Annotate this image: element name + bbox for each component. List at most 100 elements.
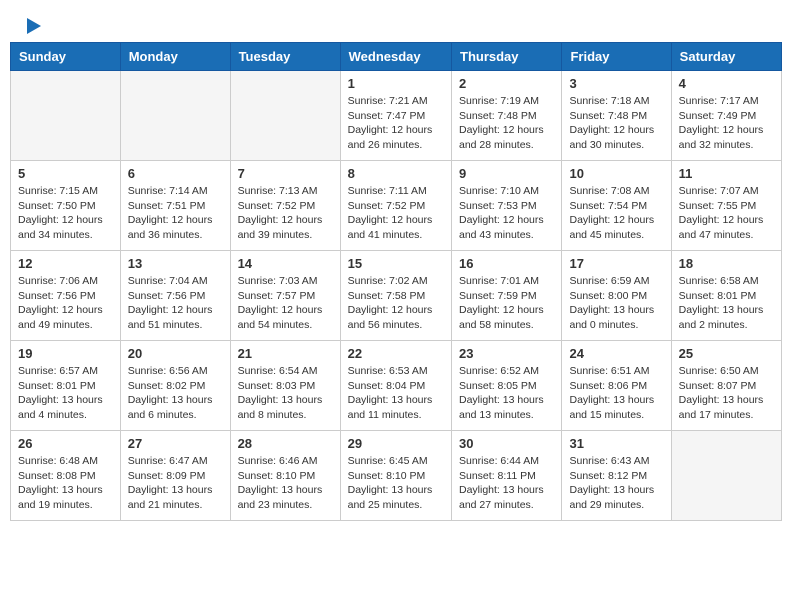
day-number: 31 [569,436,663,451]
cell-content: Sunrise: 6:45 AMSunset: 8:10 PMDaylight:… [348,454,444,513]
day-header-wednesday: Wednesday [340,43,451,71]
calendar-cell [11,71,121,161]
cell-content: Sunrise: 7:01 AMSunset: 7:59 PMDaylight:… [459,274,554,333]
calendar-cell: 15 Sunrise: 7:02 AMSunset: 7:58 PMDayligh… [340,251,451,341]
day-header-monday: Monday [120,43,230,71]
week-row-5: 26 Sunrise: 6:48 AMSunset: 8:08 PMDayligh… [11,431,782,521]
day-number: 5 [18,166,113,181]
cell-content: Sunrise: 6:58 AMSunset: 8:01 PMDaylight:… [679,274,774,333]
calendar-cell: 5 Sunrise: 7:15 AMSunset: 7:50 PMDaylight… [11,161,121,251]
cell-content: Sunrise: 6:47 AMSunset: 8:09 PMDaylight:… [128,454,223,513]
cell-content: Sunrise: 6:50 AMSunset: 8:07 PMDaylight:… [679,364,774,423]
calendar-cell: 18 Sunrise: 6:58 AMSunset: 8:01 PMDayligh… [671,251,781,341]
day-number: 27 [128,436,223,451]
calendar-cell: 20 Sunrise: 6:56 AMSunset: 8:02 PMDayligh… [120,341,230,431]
day-header-sunday: Sunday [11,43,121,71]
logo [25,20,41,34]
day-number: 15 [348,256,444,271]
calendar-cell: 26 Sunrise: 6:48 AMSunset: 8:08 PMDayligh… [11,431,121,521]
cell-content: Sunrise: 6:59 AMSunset: 8:00 PMDaylight:… [569,274,663,333]
week-row-3: 12 Sunrise: 7:06 AMSunset: 7:56 PMDayligh… [11,251,782,341]
cell-content: Sunrise: 7:14 AMSunset: 7:51 PMDaylight:… [128,184,223,243]
calendar-cell: 1 Sunrise: 7:21 AMSunset: 7:47 PMDaylight… [340,71,451,161]
cell-content: Sunrise: 7:18 AMSunset: 7:48 PMDaylight:… [569,94,663,153]
calendar-cell: 19Sunrise: 6:57 AMSunset: 8:01 PMDayligh… [11,341,121,431]
calendar-cell: 13 Sunrise: 7:04 AMSunset: 7:56 PMDayligh… [120,251,230,341]
cell-content: Sunrise: 7:03 AMSunset: 7:57 PMDaylight:… [238,274,333,333]
cell-content: Sunrise: 6:56 AMSunset: 8:02 PMDaylight:… [128,364,223,423]
calendar-cell: 17 Sunrise: 6:59 AMSunset: 8:00 PMDayligh… [562,251,671,341]
calendar-cell: 30 Sunrise: 6:44 AMSunset: 8:11 PMDayligh… [452,431,562,521]
cell-content: Sunrise: 7:17 AMSunset: 7:49 PMDaylight:… [679,94,774,153]
cell-content: Sunrise: 7:21 AMSunset: 7:47 PMDaylight:… [348,94,444,153]
day-header-friday: Friday [562,43,671,71]
day-number: 23 [459,346,554,361]
calendar-header-row: SundayMondayTuesdayWednesdayThursdayFrid… [11,43,782,71]
calendar-cell: 3Sunrise: 7:18 AMSunset: 7:48 PMDaylight… [562,71,671,161]
day-header-thursday: Thursday [452,43,562,71]
cell-content: Sunrise: 7:07 AMSunset: 7:55 PMDaylight:… [679,184,774,243]
day-number: 20 [128,346,223,361]
cell-content: Sunrise: 7:13 AMSunset: 7:52 PMDaylight:… [238,184,333,243]
cell-content: Sunrise: 6:57 AMSunset: 8:01 PMDaylight:… [18,364,113,423]
calendar-cell: 8 Sunrise: 7:11 AMSunset: 7:52 PMDaylight… [340,161,451,251]
day-number: 21 [238,346,333,361]
day-number: 13 [128,256,223,271]
calendar-cell: 12 Sunrise: 7:06 AMSunset: 7:56 PMDayligh… [11,251,121,341]
cell-content: Sunrise: 7:19 AMSunset: 7:48 PMDaylight:… [459,94,554,153]
day-header-tuesday: Tuesday [230,43,340,71]
calendar-cell: 4 Sunrise: 7:17 AMSunset: 7:49 PMDaylight… [671,71,781,161]
day-number: 9 [459,166,554,181]
day-number: 18 [679,256,774,271]
calendar-cell: 6 Sunrise: 7:14 AMSunset: 7:51 PMDaylight… [120,161,230,251]
day-header-saturday: Saturday [671,43,781,71]
cell-content: Sunrise: 6:43 AMSunset: 8:12 PMDaylight:… [569,454,663,513]
calendar-cell: 23 Sunrise: 6:52 AMSunset: 8:05 PMDayligh… [452,341,562,431]
day-number: 28 [238,436,333,451]
cell-content: Sunrise: 7:06 AMSunset: 7:56 PMDaylight:… [18,274,113,333]
day-number: 6 [128,166,223,181]
calendar-table: SundayMondayTuesdayWednesdayThursdayFrid… [10,42,782,521]
logo-arrow-icon [27,18,41,34]
calendar-cell [671,431,781,521]
day-number: 10 [569,166,663,181]
cell-content: Sunrise: 7:10 AMSunset: 7:53 PMDaylight:… [459,184,554,243]
day-number: 14 [238,256,333,271]
day-number: 2 [459,76,554,91]
cell-content: Sunrise: 6:51 AMSunset: 8:06 PMDaylight:… [569,364,663,423]
calendar-cell: 11 Sunrise: 7:07 AMSunset: 7:55 PMDayligh… [671,161,781,251]
day-number: 29 [348,436,444,451]
week-row-1: 1 Sunrise: 7:21 AMSunset: 7:47 PMDaylight… [11,71,782,161]
day-number: 26 [18,436,113,451]
day-number: 1 [348,76,444,91]
day-number: 7 [238,166,333,181]
day-number: 17 [569,256,663,271]
day-number: 25 [679,346,774,361]
page-header [10,10,782,42]
calendar-cell: 14 Sunrise: 7:03 AMSunset: 7:57 PMDayligh… [230,251,340,341]
calendar-cell [120,71,230,161]
day-number: 24 [569,346,663,361]
day-number: 16 [459,256,554,271]
cell-content: Sunrise: 7:15 AMSunset: 7:50 PMDaylight:… [18,184,113,243]
calendar-cell: 27 Sunrise: 6:47 AMSunset: 8:09 PMDayligh… [120,431,230,521]
cell-content: Sunrise: 6:53 AMSunset: 8:04 PMDaylight:… [348,364,444,423]
calendar-cell: 24 Sunrise: 6:51 AMSunset: 8:06 PMDayligh… [562,341,671,431]
day-number: 22 [348,346,444,361]
day-number: 30 [459,436,554,451]
cell-content: Sunrise: 6:54 AMSunset: 8:03 PMDaylight:… [238,364,333,423]
cell-content: Sunrise: 7:02 AMSunset: 7:58 PMDaylight:… [348,274,444,333]
calendar-cell: 7 Sunrise: 7:13 AMSunset: 7:52 PMDaylight… [230,161,340,251]
day-number: 11 [679,166,774,181]
day-number: 12 [18,256,113,271]
cell-content: Sunrise: 6:44 AMSunset: 8:11 PMDaylight:… [459,454,554,513]
cell-content: Sunrise: 7:04 AMSunset: 7:56 PMDaylight:… [128,274,223,333]
week-row-4: 19Sunrise: 6:57 AMSunset: 8:01 PMDayligh… [11,341,782,431]
calendar-cell: 2 Sunrise: 7:19 AMSunset: 7:48 PMDaylight… [452,71,562,161]
cell-content: Sunrise: 6:48 AMSunset: 8:08 PMDaylight:… [18,454,113,513]
cell-content: Sunrise: 6:52 AMSunset: 8:05 PMDaylight:… [459,364,554,423]
cell-content: Sunrise: 7:11 AMSunset: 7:52 PMDaylight:… [348,184,444,243]
day-number: 8 [348,166,444,181]
day-number: 4 [679,76,774,91]
calendar-cell [230,71,340,161]
